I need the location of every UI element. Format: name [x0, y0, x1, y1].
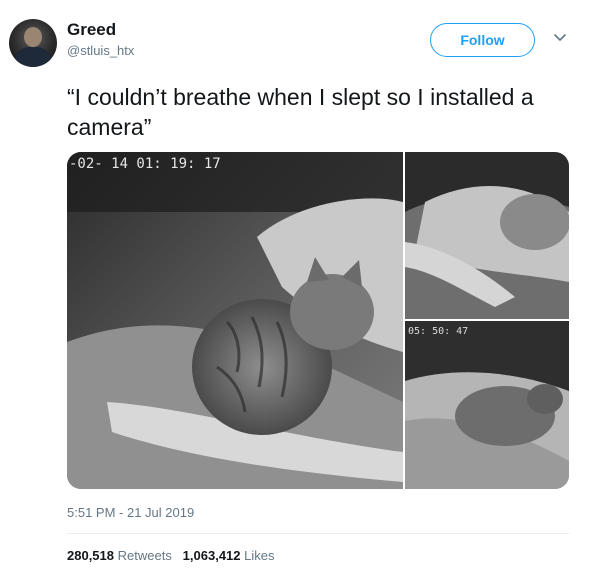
- camera-timestamp-overlay: -02- 14 01: 19: 17: [69, 156, 221, 172]
- retweets-label[interactable]: Retweets: [118, 548, 172, 563]
- retweets-count[interactable]: 280,518: [67, 548, 114, 563]
- media-photo-bottom-right[interactable]: 05: 50: 47: [405, 321, 569, 489]
- avatar-face: [24, 27, 42, 47]
- media-grid[interactable]: -02- 14 01: 19: 17 05: 50: 47: [67, 152, 569, 489]
- follow-button[interactable]: Follow: [430, 23, 535, 57]
- media-photo-top-right[interactable]: [405, 152, 569, 319]
- likes-label[interactable]: Likes: [244, 548, 274, 563]
- display-name[interactable]: Greed: [67, 20, 116, 40]
- avatar[interactable]: [9, 19, 57, 67]
- divider: [67, 533, 569, 534]
- tweet-text: “I couldn’t breathe when I slept so I in…: [67, 84, 534, 140]
- tweet-timestamp[interactable]: 5:51 PM - 21 Jul 2019: [67, 505, 194, 520]
- chevron-down-icon[interactable]: [552, 30, 568, 46]
- media-photo-main[interactable]: -02- 14 01: 19: 17: [67, 152, 403, 489]
- user-handle[interactable]: @stluis_htx: [67, 43, 134, 58]
- likes-count[interactable]: 1,063,412: [183, 548, 241, 563]
- camera-timestamp-overlay-2: 05: 50: 47: [408, 326, 468, 337]
- tweet-stats: 280,518 Retweets 1,063,412 Likes: [67, 548, 275, 563]
- avatar-body: [15, 47, 51, 67]
